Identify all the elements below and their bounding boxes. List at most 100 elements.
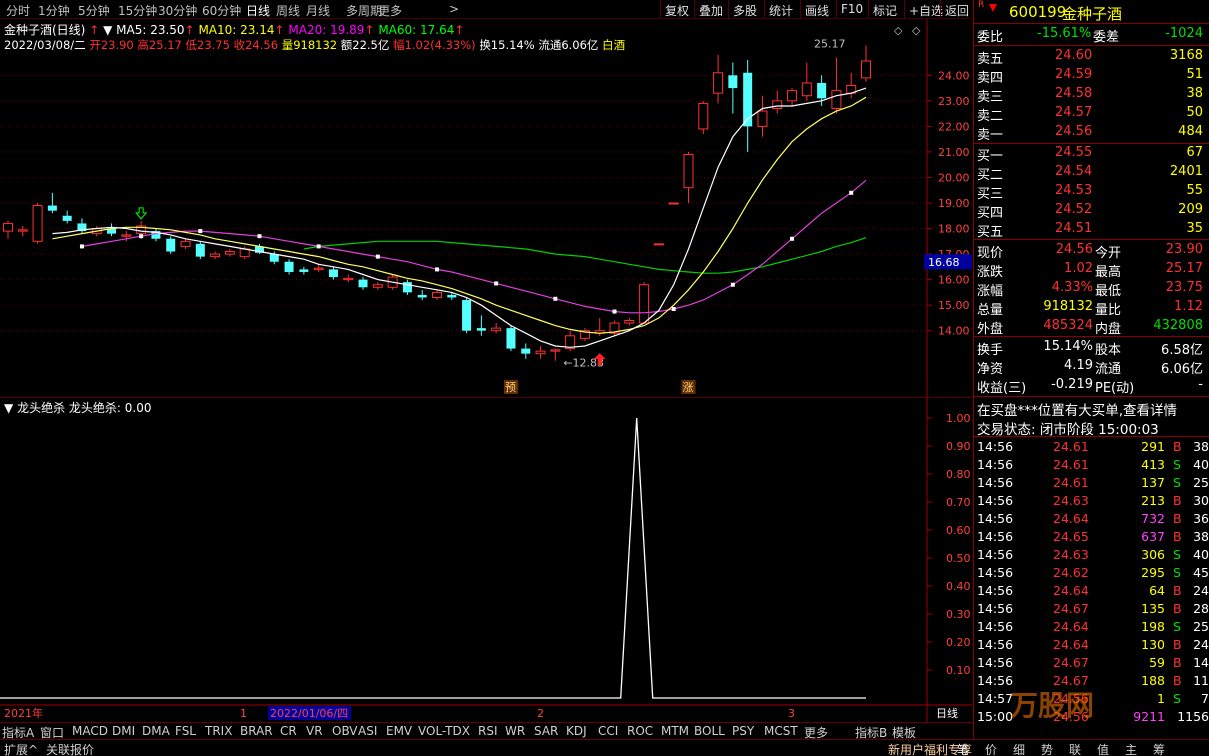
tab-period-9[interactable]: 多周期 bbox=[346, 2, 382, 19]
tick-count: 11 bbox=[1193, 673, 1209, 688]
tab-period-4[interactable]: 30分钟 bbox=[158, 2, 197, 19]
tick-volume: 306 bbox=[1141, 547, 1165, 562]
weicha-value: -1024 bbox=[1165, 26, 1203, 41]
indicator-tab-9[interactable]: VR bbox=[306, 724, 323, 738]
ma20-marker bbox=[730, 282, 735, 287]
indicator-tab-14[interactable]: RSI bbox=[478, 724, 498, 738]
fund-label: 净资 bbox=[977, 362, 1004, 377]
detail-tab-3[interactable]: 势 bbox=[1041, 741, 1053, 756]
candlestick-chart[interactable]: 24.0023.0022.0021.0020.0019.0018.0017.00… bbox=[0, 19, 972, 397]
detail-tab-5[interactable]: 值 bbox=[1097, 741, 1109, 756]
tab-period-8[interactable]: 月线 bbox=[306, 2, 330, 19]
ask-row: 卖一 24.56 484 bbox=[975, 123, 1207, 143]
indicator-tab-20[interactable]: MTM bbox=[661, 724, 689, 738]
toolbar-button-2[interactable]: 多股 bbox=[728, 0, 761, 19]
tick-price: 24.61 bbox=[1053, 457, 1089, 472]
detail-tab-2[interactable]: 细 bbox=[1013, 741, 1025, 756]
bid-row: 买四 24.52 209 bbox=[975, 201, 1207, 221]
candle-body bbox=[195, 243, 205, 257]
price-tick-label: 20.00 bbox=[938, 171, 970, 184]
candle-body bbox=[462, 300, 472, 331]
toolbar-button-5[interactable]: F10 bbox=[836, 0, 867, 19]
toolbar-button-8[interactable]: 返回 bbox=[940, 0, 973, 19]
indicator-tab-11[interactable]: ASI bbox=[358, 724, 377, 738]
indicator-tab-15[interactable]: WR bbox=[505, 724, 525, 738]
tick-price: 24.62 bbox=[1053, 565, 1089, 580]
tick-side: S bbox=[1173, 547, 1181, 562]
toolbar-button-3[interactable]: 统计 bbox=[764, 0, 797, 19]
indicator-tab-22[interactable]: PSY bbox=[732, 724, 754, 738]
indicator-tab-10[interactable]: OBV bbox=[332, 724, 358, 738]
fund-value: 15.14% bbox=[1043, 339, 1093, 354]
indicator-tab-5[interactable]: FSL bbox=[175, 724, 196, 738]
indicator-tab-12[interactable]: EMV bbox=[386, 724, 412, 738]
candle-body bbox=[728, 75, 738, 89]
info-volume: 量918132 bbox=[281, 38, 338, 52]
candle-body bbox=[535, 350, 546, 355]
tick-time: 14:56 bbox=[977, 439, 1014, 454]
stat-value: 485324 bbox=[1043, 318, 1093, 333]
panel-separator bbox=[973, 396, 1209, 397]
indicator-tab-16[interactable]: SAR bbox=[534, 724, 558, 738]
chart-control-icon[interactable]: ◇ bbox=[912, 24, 921, 37]
indicator-tab-18[interactable]: CCI bbox=[598, 724, 618, 738]
tick-time: 14:56 bbox=[977, 529, 1014, 544]
stock-period-title: 金种子酒(日线) bbox=[4, 23, 86, 37]
tick-row: 14:56 24.67 135 B 28 bbox=[975, 600, 1209, 618]
tick-time: 14:56 bbox=[977, 619, 1014, 634]
tick-count: 30 bbox=[1193, 493, 1209, 508]
indicator-title-line: ▼ 龙头绝杀 龙头绝杀: 0.00 bbox=[4, 399, 151, 416]
toolbar-button-0[interactable]: 复权 bbox=[660, 0, 693, 19]
tick-row: 14:56 24.64 732 B 36 bbox=[975, 510, 1209, 528]
toolbar-button-1[interactable]: 叠加 bbox=[694, 0, 727, 19]
settings-icon[interactable]: ▼ bbox=[103, 23, 112, 37]
big-order-notice: 在买盘***位置有大买单,查看详情 bbox=[975, 398, 1207, 419]
candle-body bbox=[47, 205, 57, 211]
tick-row: 14:56 24.64 64 B 24 bbox=[975, 582, 1209, 600]
indicator-tab-2[interactable]: MACD bbox=[72, 724, 108, 738]
toolbar-button-4[interactable]: 画线 bbox=[800, 0, 833, 19]
indicator-tab-19[interactable]: ROC bbox=[627, 724, 653, 738]
tab-period-3[interactable]: 15分钟 bbox=[118, 2, 157, 19]
toolbar-button-6[interactable]: 标记 bbox=[868, 0, 901, 19]
fund-value: 6.06亿 bbox=[1161, 362, 1203, 377]
tab-period-7[interactable]: 周线 bbox=[276, 2, 300, 19]
tick-price: 24.64 bbox=[1053, 583, 1089, 598]
indicator-tab-21[interactable]: BOLL bbox=[694, 724, 725, 738]
candle-body bbox=[757, 110, 768, 127]
tab-period-1[interactable]: 1分钟 bbox=[38, 2, 70, 19]
detail-tab-6[interactable]: 主 bbox=[1125, 741, 1137, 756]
detail-tab-7[interactable]: 筹 bbox=[1153, 741, 1165, 756]
ask-volume: 51 bbox=[1186, 67, 1203, 82]
tab-period-10[interactable]: 更多 bbox=[378, 2, 402, 19]
tick-row: 14:56 24.63 306 S 40 bbox=[975, 546, 1209, 564]
stat-value: 24.56 bbox=[1055, 242, 1093, 257]
chart-control-icon[interactable]: ◇ bbox=[894, 24, 903, 37]
tab-period-2[interactable]: 5分钟 bbox=[78, 2, 110, 19]
indicator-tab-23[interactable]: MCST bbox=[764, 724, 798, 738]
indicator-tab-17[interactable]: KDJ bbox=[566, 724, 587, 738]
fund-value: -0.219 bbox=[1051, 377, 1093, 392]
indicator-settings-icon[interactable]: ▼ bbox=[4, 401, 13, 415]
chevron-right-icon[interactable]: > bbox=[449, 2, 459, 16]
stat-value: 23.90 bbox=[1165, 242, 1203, 257]
indicator-tab-4[interactable]: DMA bbox=[142, 724, 170, 738]
tab-period-0[interactable]: 分时 bbox=[6, 2, 30, 19]
tab-period-5[interactable]: 60分钟 bbox=[202, 2, 241, 19]
indicator-chart[interactable]: 1.00 0.90 0.80 0.70 0.60 0.50 0.40 0.30 0.20 0.10… bbox=[0, 397, 972, 722]
indicator-tab-6[interactable]: TRIX bbox=[205, 724, 232, 738]
candle-body bbox=[817, 82, 827, 99]
indicator-tab-8[interactable]: CR bbox=[280, 724, 297, 738]
time-axis-label: 1 bbox=[240, 707, 247, 720]
detail-tab-4[interactable]: 联 bbox=[1069, 741, 1081, 756]
indicator-tab-7[interactable]: BRAR bbox=[240, 724, 273, 738]
expand-triangle-icon[interactable] bbox=[989, 4, 997, 12]
indicator-tab-13[interactable]: VOL-TDX bbox=[418, 724, 470, 738]
tab-period-6[interactable]: 日线 bbox=[246, 2, 270, 19]
big-order-notice-link[interactable]: 在买盘***位置有大买单,查看详情 bbox=[977, 399, 1177, 419]
detail-tab-1[interactable]: 价 bbox=[985, 741, 997, 756]
indicator-tab-3[interactable]: DMI bbox=[112, 724, 135, 738]
indicator-tick-label: 0.70 bbox=[946, 496, 971, 509]
ask-level-label: 卖三 bbox=[977, 90, 1004, 105]
detail-tab-0[interactable]: 笔 bbox=[957, 741, 969, 756]
